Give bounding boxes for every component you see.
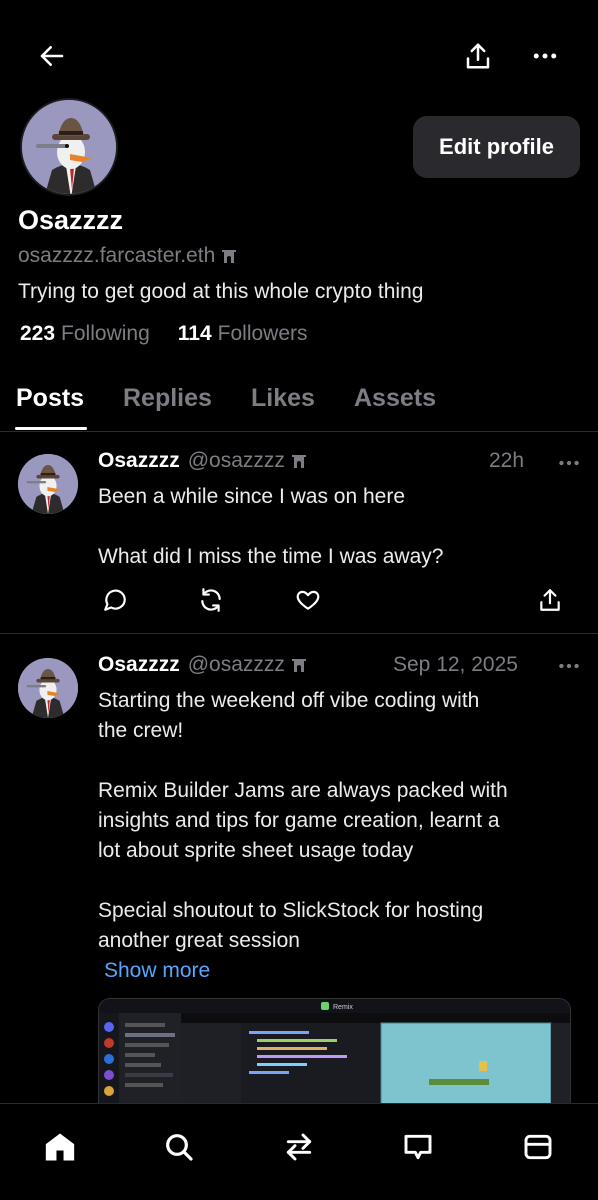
heart-icon [296, 590, 320, 610]
post-timestamp: Sep 12, 2025 [393, 653, 518, 676]
farcaster-arch-icon [291, 455, 306, 468]
recast-refresh-icon [201, 588, 221, 612]
post-avatar[interactable] [18, 658, 78, 718]
profile-bio: Trying to get good at this whole crypto … [18, 280, 424, 303]
following-stat[interactable]: 223 Following [20, 322, 150, 346]
post-text-line: Special shoutout to SlickStock for hosti… [98, 899, 484, 922]
edit-profile-button[interactable]: Edit profile [413, 116, 580, 178]
nav-swap-button[interactable] [279, 1127, 319, 1167]
post-text-line [98, 746, 578, 776]
post-header: Osazzzz @osazzzz [98, 653, 307, 677]
post-text-line: insights and tips for game creation, lea… [98, 809, 500, 832]
post-more-button[interactable] [556, 653, 582, 679]
post-header: Osazzzz @osazzzz [98, 449, 307, 473]
more-horizontal-icon [559, 663, 579, 669]
more-button[interactable] [525, 36, 565, 76]
post-author[interactable]: Osazzzz [98, 653, 180, 677]
profile-avatar[interactable] [20, 98, 118, 196]
post-body: Starting the weekend off vibe coding wit… [98, 686, 578, 986]
following-label: Following [61, 322, 150, 345]
post-card[interactable]: Osazzzz @osazzzz 22h Been a while since … [0, 432, 598, 634]
post-body: Been a while since I was on here What di… [98, 482, 578, 572]
post-text-line: What did I miss the time I was away? [98, 545, 444, 568]
duck-detective-avatar-image [18, 454, 78, 514]
nav-search-button[interactable] [159, 1127, 199, 1167]
back-button[interactable] [32, 36, 72, 76]
post-text-line: another great session [98, 929, 300, 952]
active-tab-indicator [15, 427, 87, 430]
home-icon [45, 1133, 75, 1161]
profile-username-row: osazzzz.farcaster.eth [18, 244, 237, 268]
duck-detective-avatar-image [18, 658, 78, 718]
farcaster-arch-icon [222, 250, 237, 263]
post-media-image[interactable]: Remix [98, 998, 571, 1108]
post-more-button[interactable] [556, 450, 582, 476]
profile-tabs: Posts Replies Likes Assets [0, 372, 598, 432]
nav-home-button[interactable] [40, 1127, 80, 1167]
share-button[interactable] [458, 36, 498, 76]
profile-stats: 223 Following 114 Followers [20, 322, 308, 346]
nav-messages-button[interactable] [398, 1127, 438, 1167]
followers-label: Followers [217, 322, 308, 345]
post-text-line: Been a while since I was on here [98, 485, 406, 508]
duck-detective-avatar-image [22, 100, 116, 194]
profile-username: osazzzz.farcaster.eth [18, 244, 216, 267]
followers-stat[interactable]: 114 Followers [178, 322, 308, 346]
repost-swap-icon [286, 1133, 312, 1161]
search-icon [166, 1134, 193, 1161]
post-timestamp: 22h [489, 449, 525, 472]
post-share-button[interactable] [535, 585, 565, 615]
bottom-navigation [0, 1103, 598, 1200]
coding-session-screenshot-image: Remix [99, 999, 570, 1107]
post-actions [0, 585, 598, 615]
recast-button[interactable] [196, 585, 226, 615]
post-text-line: the crew! [98, 719, 184, 742]
messages-icon [404, 1134, 432, 1160]
top-bar [0, 0, 598, 110]
tab-assets[interactable]: Assets [354, 384, 436, 413]
tab-replies[interactable]: Replies [123, 384, 212, 413]
tab-likes[interactable]: Likes [251, 384, 315, 413]
show-more-link[interactable]: Show more [104, 956, 578, 986]
followers-count: 114 [177, 322, 212, 345]
profile-display-name: Osazzzz [18, 205, 124, 235]
arrow-left-icon [40, 46, 64, 66]
apps-icon [524, 1134, 552, 1160]
post-text-line [98, 866, 578, 896]
post-author[interactable]: Osazzzz [98, 449, 180, 473]
share-upload-icon [540, 589, 560, 611]
farcaster-arch-icon [291, 659, 306, 672]
post-text-line: lot about sprite sheet usage today [98, 839, 414, 862]
media-window-title: Remix [333, 1004, 353, 1011]
post-text-line: Starting the weekend off vibe coding wit… [98, 689, 480, 712]
following-count: 223 [20, 322, 56, 345]
like-button[interactable] [293, 585, 323, 615]
more-horizontal-icon [559, 460, 579, 466]
post-text-line [98, 512, 578, 542]
comment-bubble-icon [104, 589, 126, 611]
post-handle[interactable]: @osazzzz [188, 653, 285, 677]
post-handle[interactable]: @osazzzz [188, 449, 285, 473]
tab-posts[interactable]: Posts [16, 384, 84, 413]
reply-button[interactable] [100, 585, 130, 615]
nav-apps-button[interactable] [518, 1127, 558, 1167]
post-text-line: Remix Builder Jams are always packed wit… [98, 779, 508, 802]
more-horizontal-icon [533, 53, 557, 59]
share-upload-icon [466, 43, 490, 69]
post-avatar[interactable] [18, 454, 78, 514]
